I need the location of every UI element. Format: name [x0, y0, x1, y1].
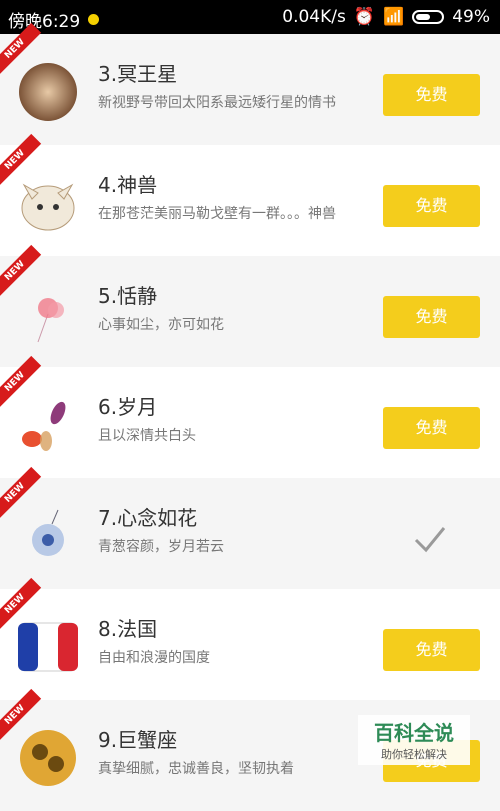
- free-button[interactable]: 免费: [383, 629, 480, 671]
- list-item[interactable]: NEW 5.恬静 心事如尘，亦可如花 免费: [0, 244, 500, 367]
- item-description: 心事如尘，亦可如花: [98, 317, 224, 333]
- item-title: 7.心念如花: [98, 506, 198, 530]
- alarm-icon: ⏰: [353, 7, 376, 27]
- free-button[interactable]: 免费: [383, 185, 480, 227]
- list-item[interactable]: NEW 7.心念如花 青葱容颜，岁月若云: [0, 466, 500, 589]
- list-item[interactable]: NEW 8.法国 自由和浪漫的国度 免费: [0, 577, 500, 700]
- pluto-icon: [18, 62, 78, 122]
- item-description: 新视野号带回太阳系最远矮行星的情书: [98, 95, 336, 111]
- list-item[interactable]: NEW 3.冥王星 新视野号带回太阳系最远矮行星的情书 免费: [0, 22, 500, 145]
- battery-icon: [412, 10, 445, 24]
- item-description: 自由和浪漫的国度: [98, 650, 210, 666]
- item-title: 6.岁月: [98, 395, 158, 419]
- cancer-icon: [18, 728, 78, 788]
- status-time: 傍晚6:29: [8, 12, 81, 32]
- list-item[interactable]: NEW 4.神兽 在那苍茫美丽马勒戈壁有一群。。。神兽 免费: [0, 133, 500, 256]
- blue-flower-icon: [18, 506, 78, 566]
- item-description: 真挚细腻，忠诚善良，坚韧执着: [98, 761, 294, 777]
- pink-flower-icon: [18, 284, 78, 344]
- battery-percent: 49%: [452, 7, 490, 27]
- watermark-title: 百科全说: [374, 721, 454, 745]
- wifi-icon: 📶: [383, 7, 405, 27]
- item-title: 5.恬静: [98, 284, 158, 308]
- alpaca-icon: [18, 173, 78, 233]
- free-button[interactable]: 免费: [383, 407, 480, 449]
- free-button[interactable]: 免费: [383, 296, 480, 338]
- check-icon: [412, 520, 448, 556]
- watermark: 百科全说 助你轻松解决: [358, 715, 470, 765]
- item-description: 青葱容颜，岁月若云: [98, 539, 224, 555]
- leaves-icon: [18, 395, 78, 455]
- item-title: 3.冥王星: [98, 62, 178, 86]
- theme-list: NEW 3.冥王星 新视野号带回太阳系最远矮行星的情书 免费 NEW 4.神兽 在那苍茫美丽…: [0, 22, 500, 811]
- list-item[interactable]: NEW 6.岁月 且以深情共白头 免费: [0, 355, 500, 478]
- net-speed: 0.04K/s: [282, 7, 346, 27]
- notification-dot-icon: [88, 14, 100, 25]
- item-title: 4.神兽: [98, 173, 158, 197]
- free-button[interactable]: 免费: [383, 74, 480, 116]
- item-description: 且以深情共白头: [98, 428, 196, 444]
- item-title: 9.巨蟹座: [98, 728, 178, 752]
- status-bar: 傍晚6:29 0.04K/s ⏰ 📶 49%: [0, 0, 500, 34]
- item-title: 8.法国: [98, 617, 158, 641]
- item-description: 在那苍茫美丽马勒戈壁有一群。。。神兽: [98, 206, 336, 222]
- france-flag-icon: [17, 617, 79, 677]
- watermark-subtitle: 助你轻松解决: [381, 748, 447, 761]
